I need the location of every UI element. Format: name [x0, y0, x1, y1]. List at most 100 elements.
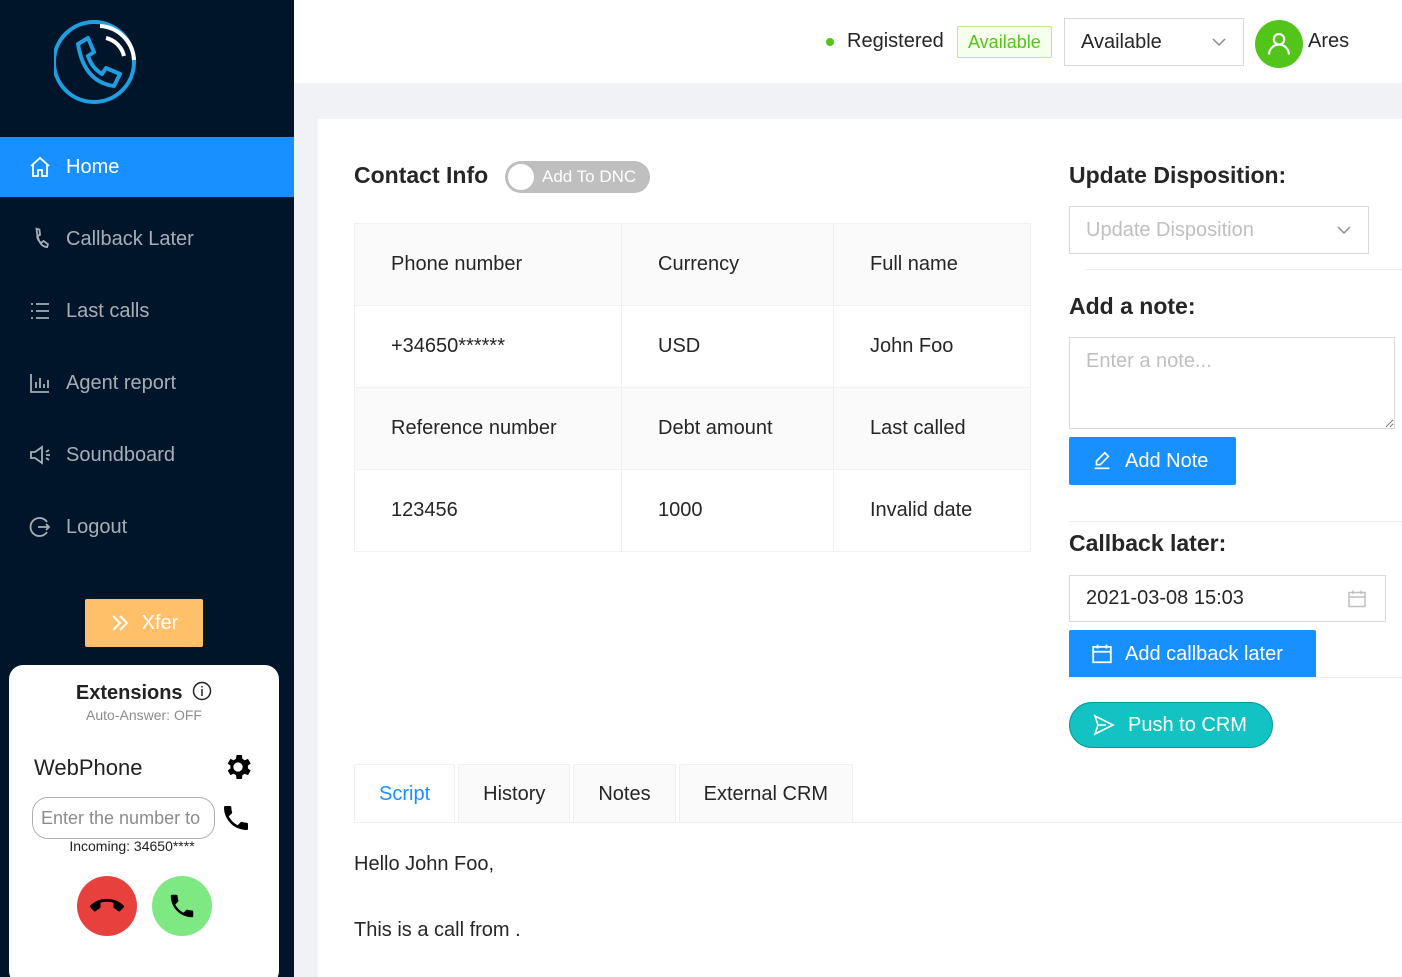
sidebar-item-callback-later[interactable]: Callback Later — [0, 209, 294, 269]
tab-history[interactable]: History — [458, 764, 570, 823]
sidebar-nav: Home Callback Later Last calls Agent rep… — [0, 137, 294, 569]
incoming-call-text: Incoming: 34650**** — [9, 838, 255, 854]
hangup-button[interactable] — [77, 876, 137, 936]
sidebar-item-label: Callback Later — [66, 228, 194, 251]
double-chevron-right-icon — [110, 613, 130, 633]
add-note-label: Add Note — [1125, 450, 1208, 473]
dial-number-input[interactable] — [32, 797, 215, 839]
dial-phone-icon[interactable] — [220, 802, 252, 834]
sidebar-item-home[interactable]: Home — [0, 137, 294, 197]
webphone-label: WebPhone — [34, 755, 142, 781]
tab-bar: Script History Notes External CRM — [354, 764, 853, 823]
table-cell: Currency — [622, 224, 834, 306]
table-row: 123456 1000 Invalid date — [355, 470, 1031, 552]
tab-notes[interactable]: Notes — [573, 764, 675, 823]
push-to-crm-button[interactable]: Push to CRM — [1069, 702, 1273, 748]
webphone-panel: Extensions Auto-Answer: OFF WebPhone Inc… — [9, 665, 279, 977]
sidebar-item-logout[interactable]: Logout — [0, 497, 294, 557]
auto-answer-status: Auto-Answer: OFF — [9, 707, 279, 723]
availability-badge: Available — [957, 26, 1052, 58]
xfer-button[interactable]: Xfer — [85, 599, 203, 647]
script-line: Hello John Foo, — [354, 853, 494, 876]
status-select-value: Available — [1081, 31, 1162, 53]
sidebar: Home Callback Later Last calls Agent rep… — [0, 0, 294, 977]
disposition-placeholder: Update Disposition — [1086, 219, 1254, 241]
sidebar-item-label: Agent report — [66, 372, 176, 395]
extensions-label: Extensions — [76, 682, 183, 704]
tab-external-crm[interactable]: External CRM — [679, 764, 853, 823]
table-row: Phone number Currency Full name — [355, 224, 1031, 306]
callback-date-picker[interactable]: 2021-03-08 15:03 — [1069, 575, 1386, 622]
table-cell: Invalid date — [834, 470, 1031, 552]
top-header: Registered Available Available Ares — [294, 0, 1402, 83]
push-to-crm-label: Push to CRM — [1128, 714, 1247, 737]
contact-info-table: Phone number Currency Full name +34650**… — [354, 223, 1031, 552]
disposition-select[interactable]: Update Disposition — [1069, 206, 1369, 254]
extensions-title: Extensions — [9, 681, 279, 705]
sidebar-item-label: Home — [66, 156, 119, 179]
answer-button[interactable] — [152, 876, 212, 936]
table-cell: Phone number — [355, 224, 622, 306]
xfer-label: Xfer — [142, 612, 179, 635]
add-callback-later-button[interactable]: Add callback later — [1069, 630, 1316, 678]
callback-title: Callback later: — [1069, 530, 1226, 557]
table-cell: Last called — [834, 388, 1031, 470]
toggle-knob — [508, 164, 534, 190]
sound-icon — [28, 443, 52, 467]
contact-info-title: Contact Info — [354, 162, 488, 189]
bar-chart-icon — [28, 371, 52, 395]
chevron-down-icon — [1211, 34, 1227, 50]
home-icon — [28, 155, 52, 179]
edit-icon — [1091, 450, 1113, 472]
user-icon — [1265, 30, 1293, 58]
table-cell: Debt amount — [622, 388, 834, 470]
disposition-title: Update Disposition: — [1069, 162, 1286, 189]
add-callback-label: Add callback later — [1125, 643, 1283, 666]
note-textarea[interactable] — [1069, 337, 1395, 429]
script-line: This is a call from . — [354, 919, 521, 942]
info-icon[interactable] — [192, 681, 212, 701]
table-cell: Reference number — [355, 388, 622, 470]
table-cell: Full name — [834, 224, 1031, 306]
sidebar-item-label: Soundboard — [66, 444, 175, 467]
username: Ares — [1308, 30, 1349, 53]
divider — [1085, 269, 1402, 270]
registration-status: Registered — [847, 30, 944, 53]
status-dot — [826, 38, 834, 46]
calendar-icon — [1347, 589, 1367, 609]
table-cell: 123456 — [355, 470, 622, 552]
logout-icon — [28, 515, 52, 539]
table-cell: USD — [622, 306, 834, 388]
sidebar-item-label: Logout — [66, 516, 127, 539]
divider — [1069, 677, 1402, 678]
sidebar-item-agent-report[interactable]: Agent report — [0, 353, 294, 413]
callback-date-value: 2021-03-08 15:03 — [1086, 587, 1244, 609]
status-select[interactable]: Available — [1064, 18, 1244, 66]
divider — [1069, 521, 1402, 522]
add-note-button[interactable]: Add Note — [1069, 437, 1236, 485]
sidebar-item-label: Last calls — [66, 300, 149, 323]
tabs-divider — [354, 822, 1402, 823]
phone-icon — [28, 227, 52, 251]
answer-phone-icon — [167, 891, 197, 921]
sidebar-item-soundboard[interactable]: Soundboard — [0, 425, 294, 485]
list-icon — [28, 299, 52, 323]
table-cell: 1000 — [622, 470, 834, 552]
table-row: +34650****** USD John Foo — [355, 306, 1031, 388]
gear-icon[interactable] — [222, 751, 254, 783]
table-row: Reference number Debt amount Last called — [355, 388, 1031, 470]
phone-logo-icon — [54, 16, 144, 106]
sidebar-item-last-calls[interactable]: Last calls — [0, 281, 294, 341]
dnc-toggle-label: Add To DNC — [542, 167, 636, 186]
calendar-icon — [1091, 643, 1113, 665]
send-icon — [1092, 713, 1116, 737]
table-cell: +34650****** — [355, 306, 622, 388]
hangup-icon — [90, 889, 124, 923]
table-cell: John Foo — [834, 306, 1031, 388]
note-title: Add a note: — [1069, 293, 1196, 320]
main-card: Contact Info Add To DNC Phone number Cur… — [318, 119, 1402, 977]
avatar[interactable] — [1255, 20, 1303, 68]
tab-script[interactable]: Script — [354, 764, 455, 823]
chevron-down-icon — [1336, 222, 1352, 238]
add-to-dnc-toggle[interactable]: Add To DNC — [505, 161, 650, 193]
